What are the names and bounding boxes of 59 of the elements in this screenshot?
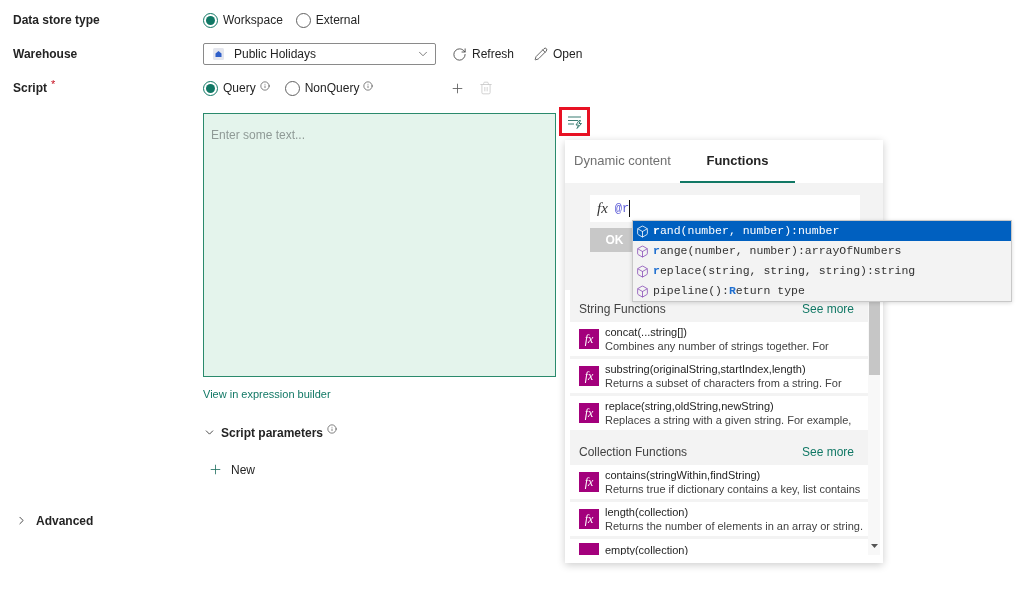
scroll-down-icon[interactable] [870, 544, 878, 548]
advanced-toggle[interactable]: Advanced [15, 512, 94, 529]
warehouse-icon [213, 48, 224, 60]
field-label: Data store type [13, 12, 101, 29]
field-label: Script [13, 80, 47, 97]
see-more-link[interactable]: See more [801, 300, 854, 318]
radio-option[interactable]: Workspace [203, 11, 283, 29]
lines-lightning-icon[interactable] [566, 114, 583, 129]
fx-symbol: fx [597, 199, 608, 219]
function-badge: fx [579, 366, 599, 386]
function-description: Returns a subset of characters from a string. For [605, 376, 842, 390]
cube-icon [636, 264, 649, 278]
function-item[interactable]: fx replace(string,oldString,newString) Replaces a string with a given string. For example, [570, 396, 868, 430]
function-description: Replaces a string with a given string. For example, [605, 413, 852, 427]
function-description: Returns true if dictionary contains a key, list contains [605, 482, 861, 496]
required-mark: * [51, 77, 56, 92]
script-editor[interactable]: Enter some text... [203, 113, 556, 377]
section-heading: Collection Functions [579, 444, 688, 461]
function-badge: fx [579, 329, 599, 349]
suggestion-item[interactable]: pipeline():Return type [633, 281, 1011, 301]
function-name: concat(...string[]) [605, 325, 688, 339]
function-item[interactable]: fx length(collection) Returns the number of elements in an array or string. [570, 502, 868, 536]
cube-icon [636, 224, 649, 238]
add-icon[interactable] [450, 80, 465, 96]
expression-field[interactable]: fx @r [590, 195, 860, 222]
see-more-link[interactable]: See more [801, 443, 854, 461]
function-description: Returns the number of elements in an array or string. [605, 519, 863, 533]
refresh-icon [452, 46, 467, 62]
section-heading: String Functions [579, 301, 666, 318]
script-parameters-toggle[interactable]: Script parameters [203, 423, 324, 442]
function-description: Combines any number of strings together. For [605, 339, 829, 353]
field-label: Warehouse [13, 46, 79, 63]
radio-option[interactable]: External [295, 11, 360, 29]
function-name: substring(originalString,startIndex,length) [605, 362, 807, 376]
suggestion-item[interactable]: replace(string, string, string):string [633, 261, 1011, 281]
function-badge: fx [579, 472, 599, 492]
new-parameter-button[interactable]: New [208, 461, 255, 478]
function-item[interactable]: fx contains(stringWithin,findString) Returns true if dictionary contains a key, list contains [570, 465, 868, 499]
function-badge-icon [579, 543, 599, 555]
radio-option[interactable]: NonQuery [284, 79, 360, 97]
function-item[interactable]: fx concat(...string[]) Combines any number of strings together. For [570, 322, 868, 356]
function-badge: fx [579, 403, 599, 423]
function-name: replace(string,oldString,newString) [605, 399, 775, 413]
suggestion-item[interactable]: rand(number, number):number [633, 221, 1011, 241]
function-item[interactable]: fx substring(originalString,startIndex,length) Returns a subset of characters from a string. For [570, 359, 868, 393]
text-cursor [629, 200, 631, 217]
function-name: length(collection) [605, 505, 690, 519]
cube-icon [636, 244, 649, 258]
add-icon [208, 462, 223, 477]
refresh-button[interactable]: Refresh [452, 45, 515, 63]
radio-option[interactable]: Query [203, 79, 256, 97]
popup-tab[interactable]: Dynamic content [565, 140, 680, 183]
warehouse-dropdown[interactable]: Public Holidays [203, 43, 436, 65]
expression-builder-link[interactable]: View in expression builder [203, 386, 331, 403]
function-badge: fx [579, 509, 599, 529]
pencil-icon [534, 47, 549, 61]
open-button[interactable]: Open [534, 45, 583, 63]
cube-icon [636, 284, 649, 298]
function-name: contains(stringWithin,findString) [605, 468, 762, 482]
